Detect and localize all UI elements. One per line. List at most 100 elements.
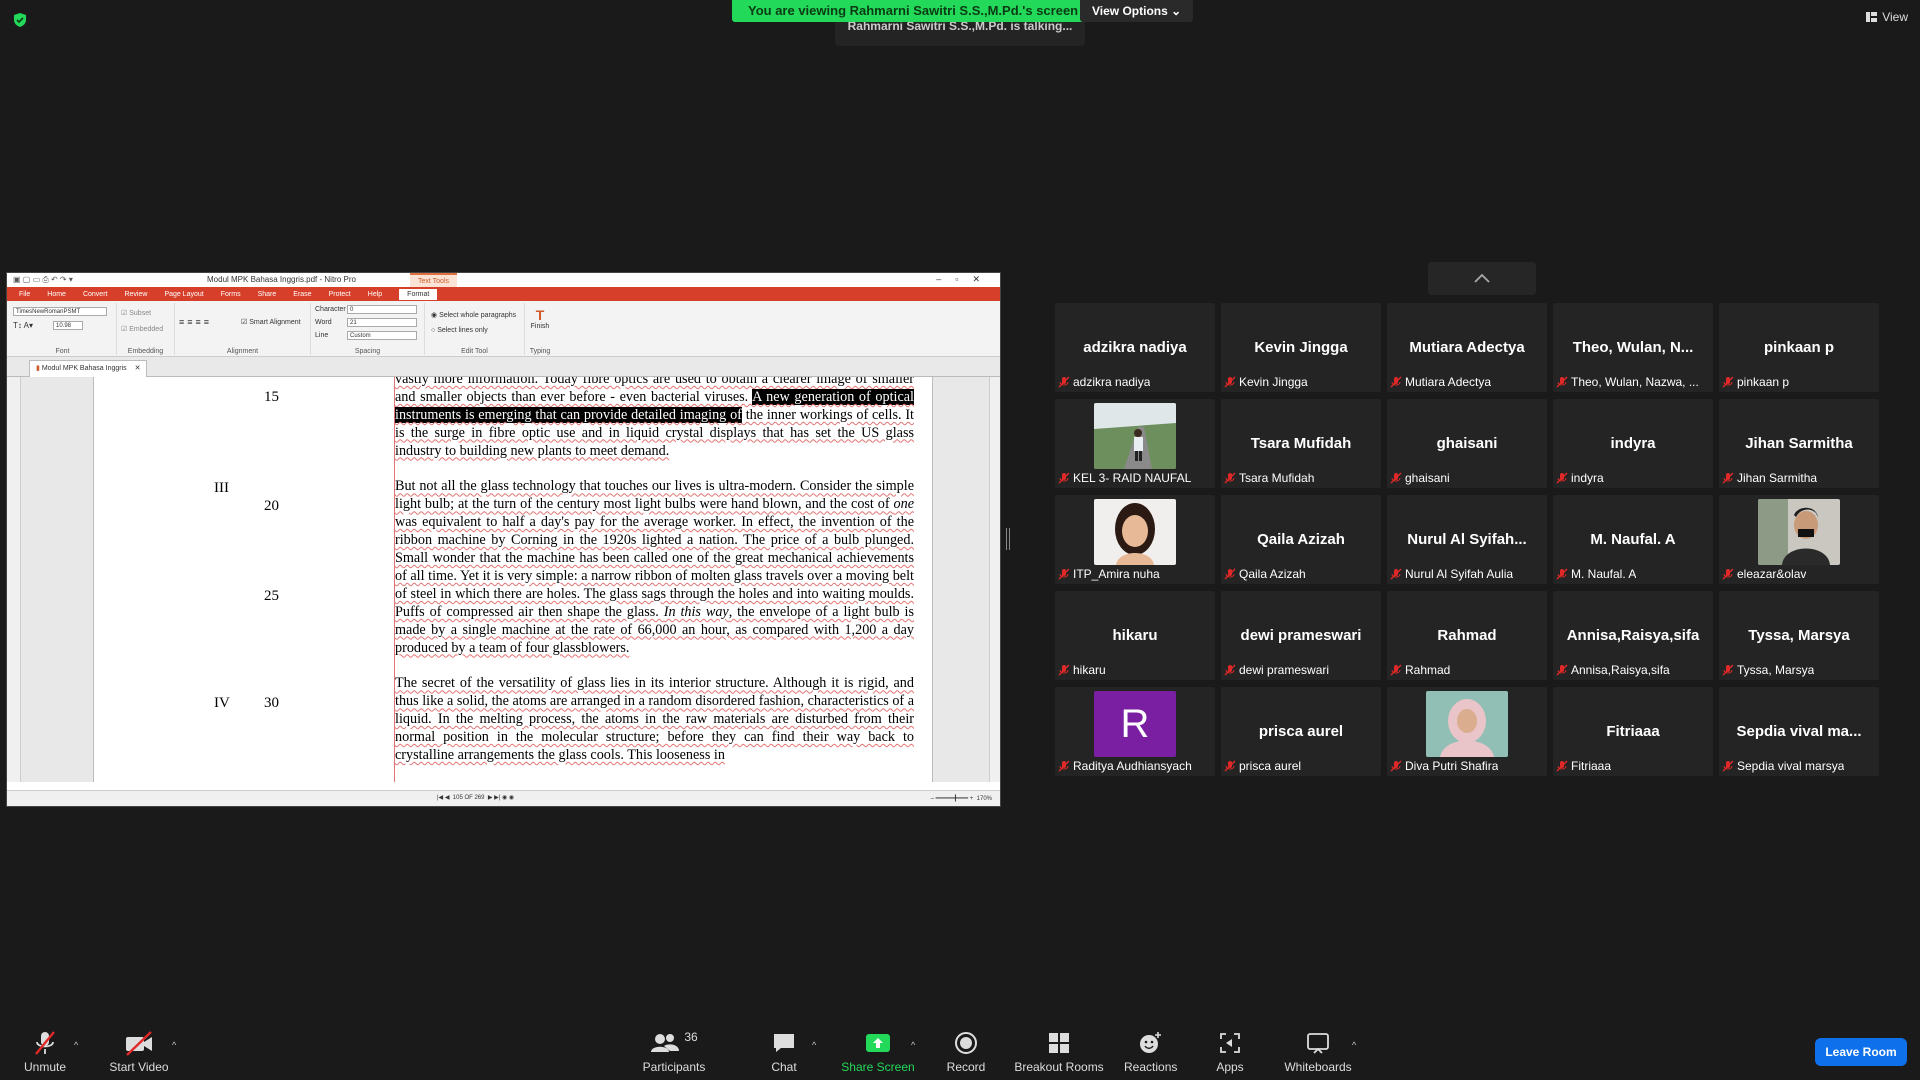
document-tab[interactable]: ▮ Modul MPK Bahasa Inggris ✕	[29, 360, 148, 377]
chat-button[interactable]: Chat	[766, 1030, 802, 1074]
video-options-caret-icon[interactable]: ^	[172, 1040, 176, 1050]
muted-microphone-icon	[1224, 760, 1236, 772]
participant-tile[interactable]: Sepdia vival ma... Sepdia vival marsya	[1719, 687, 1879, 776]
pdf-page: 15 III 20 25 IV 30 vastly more informati…	[93, 377, 933, 782]
participant-tile[interactable]: Kevin Jingga Kevin Jingga	[1221, 303, 1381, 392]
view-layout-button[interactable]: View	[1866, 10, 1908, 24]
reactions-button[interactable]: Reactions	[1124, 1030, 1177, 1074]
nitro-menu-item[interactable]: File	[19, 291, 30, 298]
navigation-rail[interactable]	[7, 377, 21, 782]
participant-tile[interactable]: hikaru hikaru	[1055, 591, 1215, 680]
security-shield-icon[interactable]	[12, 12, 28, 28]
paragraph[interactable]: The secret of the versatility of glass l…	[395, 675, 914, 765]
word-spacing-input[interactable]: 21	[347, 318, 417, 327]
font-name-select[interactable]: TimesNewRomanPSMT	[13, 307, 107, 316]
participant-tile[interactable]: dewi prameswari dewi prameswari	[1221, 591, 1381, 680]
apps-button[interactable]: Apps	[1210, 1030, 1250, 1074]
select-whole-paragraphs-radio[interactable]: ◉ Select whole paragraphs	[431, 311, 516, 319]
nitro-menu-item[interactable]: Format	[399, 288, 438, 300]
participant-tile[interactable]: ITP_Amira nuha	[1055, 495, 1215, 584]
participant-name: adzikra nadiya	[1073, 375, 1151, 389]
select-lines-only-radio[interactable]: ○ Select lines only	[431, 327, 488, 334]
nitro-menu-item[interactable]: Help	[368, 291, 382, 298]
participant-name: KEL 3- RAID NAUFAL	[1073, 471, 1192, 485]
participant-tile[interactable]: M. Naufal. A M. Naufal. A	[1553, 495, 1713, 584]
align-buttons[interactable]: ≡≡≡≡	[179, 317, 212, 327]
breakout-rooms-label: Breakout Rooms	[1014, 1060, 1104, 1074]
participant-display-name: hikaru	[1112, 627, 1158, 644]
participant-tile[interactable]: Tyssa, Marsya Tyssa, Marsya	[1719, 591, 1879, 680]
window-controls[interactable]: –▫✕	[936, 274, 994, 285]
line-spacing-select[interactable]: Custom	[347, 331, 417, 340]
participant-tile[interactable]: ghaisani ghaisani	[1387, 399, 1547, 488]
unmute-button[interactable]: Unmute	[20, 1030, 70, 1074]
participant-tile[interactable]: pinkaan p pinkaan p	[1719, 303, 1879, 392]
participant-tile[interactable]: Nurul Al Syifah... Nurul Al Syifah Aulia	[1387, 495, 1547, 584]
video-off-icon	[126, 1031, 152, 1056]
leave-room-button[interactable]: Leave Room	[1815, 1038, 1907, 1066]
nitro-menu-item[interactable]: Convert	[83, 291, 108, 298]
line-number: 25	[264, 588, 279, 604]
participant-name: M. Naufal. A	[1571, 567, 1637, 581]
participant-tile[interactable]: Tsara Mufidah Tsara Mufidah	[1221, 399, 1381, 488]
participant-tile[interactable]: Diva Putri Shafira	[1387, 687, 1547, 776]
participant-tile[interactable]: adzikra nadiya adzikra nadiya	[1055, 303, 1215, 392]
participant-tile[interactable]: R Raditya Audhiansyach	[1055, 687, 1215, 776]
start-video-button[interactable]: Start Video	[106, 1030, 172, 1074]
participant-tile[interactable]: Theo, Wulan, N... Theo, Wulan, Nazwa, ...	[1553, 303, 1713, 392]
participant-tile[interactable]: Jihan Sarmitha Jihan Sarmitha	[1719, 399, 1879, 488]
breakout-rooms-button[interactable]: Breakout Rooms	[1012, 1030, 1106, 1074]
page-area: 15 III 20 25 IV 30 vastly more informati…	[21, 377, 989, 782]
nitro-menu-item[interactable]: Forms	[221, 291, 241, 298]
zoom-control[interactable]: – ━━━━━╋━━━ + 170%	[931, 795, 992, 802]
audio-options-caret-icon[interactable]: ^	[74, 1040, 78, 1050]
text-tools-context-tab[interactable]: Text Tools	[410, 273, 457, 287]
font-size-select[interactable]: 10.98	[53, 321, 83, 330]
participant-name-label: Annisa,Raisya,sifa	[1556, 662, 1670, 678]
participant-tile[interactable]: Rahmad Rahmad	[1387, 591, 1547, 680]
view-options-button[interactable]: View Options ⌄	[1080, 0, 1194, 22]
nitro-menu-item[interactable]: Share	[258, 291, 277, 298]
vertical-scrollbar[interactable]	[989, 377, 1000, 782]
participant-tile[interactable]: indyra indyra	[1553, 399, 1713, 488]
quick-access-toolbar[interactable]: ▣ ▢ ▭ ⎙ ↶ ↷ ▾	[13, 275, 73, 285]
embedded-checkbox[interactable]: ☑ Embedded	[121, 325, 163, 333]
participant-tile[interactable]: Mutiara Adectya Mutiara Adectya	[1387, 303, 1547, 392]
whiteboards-button[interactable]: Whiteboards	[1282, 1030, 1354, 1074]
finish-typing-button[interactable]: T Finish	[529, 307, 551, 330]
subset-checkbox[interactable]: ☑ Subset	[121, 309, 151, 317]
nitro-menu-item[interactable]: Home	[47, 291, 66, 298]
character-spacing-input[interactable]: 0	[347, 305, 417, 314]
chevron-up-icon	[1474, 273, 1490, 283]
participant-tile[interactable]: Fitriaaa Fitriaaa	[1553, 687, 1713, 776]
whiteboard-options-caret-icon[interactable]: ^	[1352, 1040, 1356, 1050]
text-format-icons[interactable]: T↕ A▾	[13, 321, 33, 330]
nitro-menu-item[interactable]: Page Layout	[164, 291, 203, 298]
alignment-group-label: Alignment	[226, 348, 259, 355]
page-navigation[interactable]: |◀ ◀ 105 OF 269 ▶ ▶| ◉ ◉	[437, 794, 514, 801]
participant-tile[interactable]: KEL 3- RAID NAUFAL	[1055, 399, 1215, 488]
chat-options-caret-icon[interactable]: ^	[812, 1040, 816, 1050]
paragraph[interactable]: vastly more information. Today fibre opt…	[395, 377, 914, 461]
record-button[interactable]: Record	[944, 1030, 988, 1074]
participant-avatar	[1094, 499, 1176, 565]
participant-tile[interactable]: Annisa,Raisya,sifa Annisa,Raisya,sifa	[1553, 591, 1713, 680]
finish-typing-icon: T	[535, 307, 545, 323]
close-tab-icon[interactable]: ✕	[135, 365, 141, 372]
nitro-menu-bar: File Home Convert Review Page Layout Forms Sha…	[7, 287, 1000, 301]
document-text[interactable]: vastly more information. Today fibre opt…	[394, 377, 914, 782]
participant-tile[interactable]: Qaila Azizah Qaila Azizah	[1221, 495, 1381, 584]
nitro-menu-item[interactable]: Review	[124, 291, 147, 298]
share-options-caret-icon[interactable]: ^	[911, 1040, 915, 1050]
nitro-menu-item[interactable]: Protect	[329, 291, 351, 298]
apps-label: Apps	[1216, 1060, 1244, 1074]
participants-button[interactable]: 36 Participants	[640, 1030, 708, 1074]
nitro-menu-item[interactable]: Erase	[293, 291, 311, 298]
split-resize-handle[interactable]	[1006, 528, 1010, 550]
participant-tile[interactable]: eleazar&olav	[1719, 495, 1879, 584]
smart-alignment-checkbox[interactable]: ☑ Smart Alignment	[241, 318, 301, 326]
paragraph[interactable]: But not all the glass technology that to…	[395, 478, 914, 657]
share-screen-button[interactable]: Share Screen	[840, 1030, 916, 1074]
participant-tile[interactable]: prisca aurel prisca aurel	[1221, 687, 1381, 776]
gallery-scroll-up-button[interactable]	[1428, 262, 1536, 295]
